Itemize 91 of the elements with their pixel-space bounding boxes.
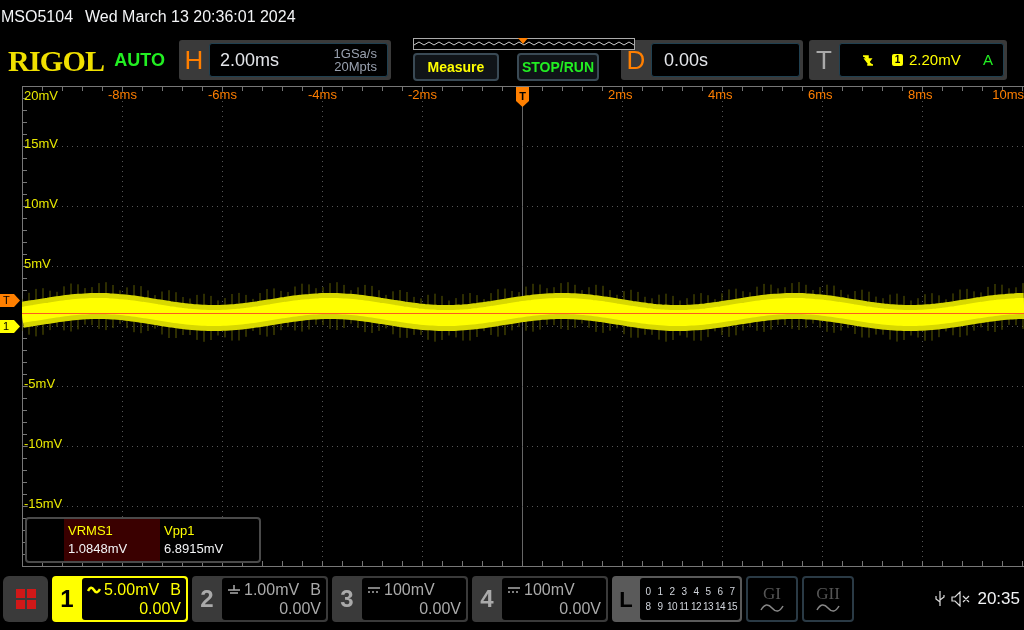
time-axis-label: -8ms — [108, 88, 137, 102]
channel-panel[interactable]: 2 1.00mV B 0.00V — [192, 576, 328, 622]
delay-panel[interactable]: D 0.00s — [620, 40, 803, 80]
sine-wave-icon — [816, 603, 840, 613]
bandwidth-limit: B — [170, 580, 181, 599]
time-axis-label: 4ms — [708, 88, 733, 102]
waveform-overview-bar[interactable] — [413, 38, 635, 50]
voltage-axis-label: 20mV — [24, 89, 58, 103]
digital-channel-number: 12 — [690, 600, 702, 613]
digital-channel-number: 7 — [728, 585, 736, 598]
digital-channel-number: 6 — [716, 585, 724, 598]
channel-offset: 0.00V — [559, 599, 601, 618]
voltage-axis-label: -15mV — [24, 497, 63, 511]
channel-panel[interactable]: 3 100mV 0.00V — [332, 576, 468, 622]
channel-number: 2 — [199, 584, 215, 614]
time-axis-label: 6ms — [808, 88, 833, 102]
digital-channel-number: 15 — [726, 600, 738, 613]
digital-channel-number: 9 — [656, 600, 664, 613]
voltage-axis-label: 10mV — [24, 197, 58, 211]
usb-icon — [935, 590, 946, 608]
channel-panel[interactable]: 1 5.00mV B 0.00V — [52, 576, 188, 622]
memory-depth: 20Mpts — [334, 60, 377, 73]
delay-label: D — [625, 43, 647, 77]
trigger-level: 2.20mV — [908, 49, 961, 70]
stop-run-button[interactable]: STOP/RUN — [516, 53, 599, 81]
digital-channel-number: 13 — [702, 600, 714, 613]
date-time: Wed March 13 20:36:01 2024 — [85, 7, 296, 27]
digital-channel-number: 3 — [680, 585, 688, 598]
logic-label: L — [618, 585, 634, 614]
coupling-ground-icon — [227, 583, 241, 596]
channel-panel[interactable]: 4 100mV 0.00V — [472, 576, 608, 622]
measurement-item[interactable]: Vpp1 6.8915mV — [160, 519, 256, 561]
digital-channel-number: 10 — [666, 600, 678, 613]
delay-value: 0.00s — [663, 48, 708, 72]
channel-scale: 5.00mV — [104, 580, 160, 599]
trigger-mode-status: AUTO — [114, 48, 165, 72]
menu-button[interactable] — [3, 576, 48, 622]
digital-channel-number: 4 — [692, 585, 700, 598]
channel-number: 4 — [479, 584, 495, 614]
trigger-panel[interactable]: T 1 2.20mV A — [808, 40, 1007, 80]
bandwidth-limit: B — [310, 580, 321, 599]
digital-channel-number: 11 — [678, 600, 690, 613]
clock-time: 20:35 — [977, 588, 1020, 611]
channel-scale: 100mV — [384, 580, 435, 599]
measurement-value: 6.8915mV — [164, 542, 225, 556]
digital-channel-number: 14 — [714, 600, 726, 613]
voltage-axis-label: 15mV — [24, 137, 58, 151]
time-axis-label: -4ms — [308, 88, 337, 102]
voltage-axis-label: 5mV — [24, 257, 51, 271]
menu-icon — [15, 589, 36, 609]
trigger-sweep-mode: A — [982, 49, 993, 70]
logic-panel[interactable]: L 0 1 2 3 4 5 6 7 8 9 10 11 12 13 14 15 — [612, 576, 742, 622]
channel-scale: 100mV — [524, 580, 575, 599]
rigol-logo: RIGOL — [8, 42, 105, 79]
trigger-label: T — [815, 43, 833, 77]
measure-button[interactable]: Measure — [412, 53, 499, 81]
time-axis-label: 8ms — [908, 88, 933, 102]
digital-channel-number: 0 — [644, 585, 652, 598]
digital-channel-number: 1 — [656, 585, 664, 598]
voltage-axis-label: -10mV — [24, 437, 63, 451]
timebase-value: 2.00ms — [219, 48, 279, 72]
trigger-position-marker[interactable]: T — [516, 87, 529, 107]
measurement-name: VRMS1 — [68, 524, 114, 538]
channel-offset: 0.00V — [139, 599, 181, 618]
trigger-position-icon — [518, 38, 528, 44]
time-axis-label: -6ms — [208, 88, 237, 102]
time-axis-label: 2ms — [608, 88, 633, 102]
measurement-item[interactable]: VRMS1 1.0848mV — [64, 519, 160, 561]
voltage-axis-label: -5mV — [24, 377, 56, 391]
level-marker[interactable]: T — [0, 294, 20, 307]
horizontal-label: H — [183, 43, 205, 77]
digital-channel-number: 5 — [704, 585, 712, 598]
level-marker[interactable]: 1 — [0, 320, 20, 333]
digital-channel-number: 2 — [668, 585, 676, 598]
horizontal-panel[interactable]: H 2.00ms 1GSa/s 20Mpts — [178, 40, 391, 80]
trigger-source-badge: 1 — [891, 54, 903, 66]
sample-rate: 1GSa/s — [333, 47, 377, 60]
measurement-name: Vpp1 — [164, 524, 196, 538]
time-axis-label: 10ms — [992, 88, 1024, 102]
channel-scale: 1.00mV — [244, 580, 300, 599]
digital-channel-number: 8 — [644, 600, 652, 613]
speaker-muted-icon[interactable] — [951, 591, 972, 607]
channel-number: 1 — [59, 584, 75, 614]
sine-wave-icon — [760, 603, 784, 613]
falling-edge-icon — [861, 53, 874, 67]
channel-number: 3 — [339, 584, 355, 614]
measurement-value: 1.0848mV — [68, 542, 129, 556]
channel-offset: 0.00V — [419, 599, 461, 618]
instrument-model: MSO5104 — [1, 7, 74, 27]
time-axis-label: -2ms — [408, 88, 437, 102]
channel-offset: 0.00V — [279, 599, 321, 618]
